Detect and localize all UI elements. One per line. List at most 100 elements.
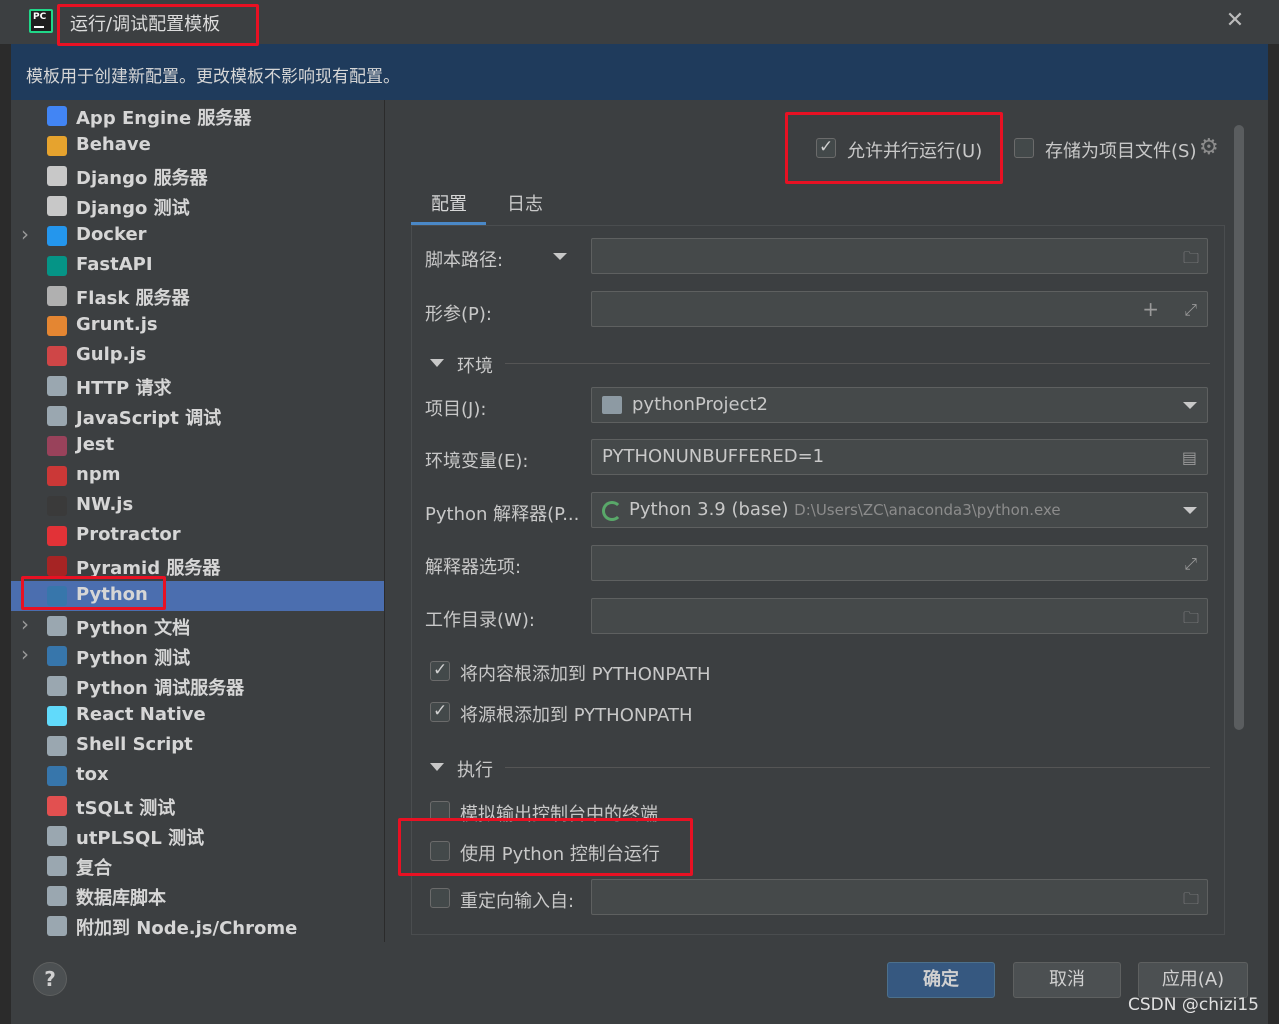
tree-item[interactable]: App Engine 服务器 bbox=[11, 101, 384, 131]
add-content-roots-checkbox[interactable] bbox=[430, 660, 450, 681]
gear-icon[interactable]: ⚙ bbox=[1199, 135, 1219, 160]
tree-item[interactable]: Grunt.js bbox=[11, 311, 384, 341]
apply-button[interactable]: 应用(A) bbox=[1138, 962, 1248, 998]
tree-item[interactable]: Shell Script bbox=[11, 731, 384, 761]
add-content-roots-label[interactable]: 将内容根添加到 PYTHONPATH bbox=[460, 660, 711, 686]
cancel-button[interactable]: 取消 bbox=[1013, 962, 1121, 998]
emulate-terminal-label[interactable]: 模拟输出控制台中的终端 bbox=[460, 800, 658, 826]
flask-icon bbox=[47, 286, 67, 306]
interpreter-options-label: 解释器选项: bbox=[425, 557, 522, 578]
tree-item[interactable]: tox bbox=[11, 761, 384, 791]
section-divider bbox=[505, 363, 1210, 364]
tree-item[interactable]: tSQLt 测试 bbox=[11, 791, 384, 821]
collapse-arrow-icon[interactable] bbox=[430, 763, 444, 771]
close-icon[interactable]: ✕ bbox=[1223, 9, 1247, 33]
banner-text: 模板用于创建新配置。更改模板不影响现有配置。 bbox=[26, 67, 400, 87]
gulp-icon bbox=[47, 346, 67, 366]
tree-item[interactable]: Flask 服务器 bbox=[11, 281, 384, 311]
tree-item[interactable]: Django 测试 bbox=[11, 191, 384, 221]
chevron-down-icon[interactable] bbox=[1183, 402, 1197, 409]
allow-parallel-label[interactable]: 允许并行运行(U) bbox=[847, 137, 982, 163]
tree-item[interactable]: utPLSQL 测试 bbox=[11, 821, 384, 851]
tree-item[interactable]: JavaScript 调试 bbox=[11, 401, 384, 431]
config-type-tree: App Engine 服务器 Behave Django 服务器 Django 测试 ›… bbox=[11, 100, 384, 942]
redirect-input-checkbox[interactable] bbox=[430, 888, 450, 908]
folder-icon[interactable]: 🗀 bbox=[1183, 888, 1199, 915]
help-button[interactable]: ? bbox=[33, 962, 67, 996]
add-source-roots-checkbox[interactable] bbox=[430, 701, 450, 722]
tree-item[interactable]: 数据库脚本 bbox=[11, 881, 384, 911]
tree-item[interactable]: Behave bbox=[11, 131, 384, 161]
tree-item[interactable]: › Python 测试 bbox=[11, 641, 384, 671]
tree-item-label: 数据库脚本 bbox=[76, 888, 166, 909]
chevron-right-icon[interactable]: › bbox=[21, 642, 29, 666]
tree-item[interactable]: Gulp.js bbox=[11, 341, 384, 371]
tree-item[interactable]: › Python 文档 bbox=[11, 611, 384, 641]
tree-item[interactable]: › Docker bbox=[11, 221, 384, 251]
nwjs-icon bbox=[47, 496, 67, 516]
redirect-input-field[interactable]: 🗀 bbox=[591, 879, 1208, 915]
folder-icon[interactable]: 🗀 bbox=[1183, 607, 1199, 634]
tree-item-label: App Engine 服务器 bbox=[76, 108, 252, 129]
tree-item[interactable]: React Native bbox=[11, 701, 384, 731]
tree-item[interactable]: FastAPI bbox=[11, 251, 384, 281]
add-source-roots-label[interactable]: 将源根添加到 PYTHONPATH bbox=[460, 701, 693, 727]
tab-config[interactable]: 配置 bbox=[431, 190, 467, 216]
tree-item[interactable]: Python bbox=[11, 581, 384, 611]
parameters-label: 形参(P): bbox=[425, 304, 492, 325]
script-path-label: 脚本路径: bbox=[425, 250, 504, 271]
js-debug-icon bbox=[47, 406, 67, 426]
script-path-field[interactable]: 🗀 bbox=[591, 238, 1208, 274]
tree-item[interactable]: Pyramid 服务器 bbox=[11, 551, 384, 581]
collapse-arrow-icon[interactable] bbox=[430, 359, 444, 367]
redirect-input-label[interactable]: 重定向输入自: bbox=[460, 887, 574, 913]
interpreter-options-field[interactable]: ⤢ bbox=[591, 545, 1208, 581]
store-as-project-file-checkbox[interactable] bbox=[1014, 138, 1034, 158]
tree-item[interactable]: NW.js bbox=[11, 491, 384, 521]
script-type-dropdown-icon[interactable] bbox=[553, 253, 567, 260]
tree-item[interactable]: 复合 bbox=[11, 851, 384, 881]
chevron-right-icon[interactable]: › bbox=[21, 612, 29, 636]
tree-item[interactable]: Jest bbox=[11, 431, 384, 461]
store-as-project-file-label[interactable]: 存储为项目文件(S) bbox=[1045, 137, 1196, 163]
conda-icon bbox=[602, 501, 622, 521]
tree-item-label: Python 调试服务器 bbox=[76, 678, 245, 699]
react-icon bbox=[47, 706, 67, 726]
tree-item-label: Pyramid 服务器 bbox=[76, 558, 221, 579]
project-select[interactable]: pythonProject2 bbox=[591, 387, 1208, 423]
tree-item-label: Flask 服务器 bbox=[76, 288, 190, 309]
env-vars-field[interactable]: PYTHONUNBUFFERED=1 ▤ bbox=[591, 439, 1208, 475]
expand-icon[interactable]: ⤢ bbox=[1184, 554, 1197, 574]
tree-item-label: HTTP 请求 bbox=[76, 378, 172, 399]
scrollbar[interactable] bbox=[1234, 125, 1244, 730]
ok-button[interactable]: 确定 bbox=[887, 962, 995, 998]
expand-icon[interactable]: ⤢ bbox=[1184, 300, 1197, 320]
emulate-terminal-checkbox[interactable] bbox=[430, 801, 450, 821]
allow-parallel-checkbox[interactable] bbox=[816, 137, 836, 158]
title-bar: PC 运行/调试配置模板 ✕ bbox=[0, 0, 1279, 44]
run-with-console-checkbox[interactable] bbox=[430, 841, 450, 861]
chevron-right-icon[interactable]: › bbox=[21, 222, 29, 246]
chevron-down-icon[interactable] bbox=[1183, 507, 1197, 514]
tree-item[interactable]: HTTP 请求 bbox=[11, 371, 384, 401]
tree-item[interactable]: Django 服务器 bbox=[11, 161, 384, 191]
watermark: CSDN @chizi15 bbox=[1128, 995, 1259, 1015]
project-folder-icon bbox=[602, 396, 622, 414]
tree-item-label: Jest bbox=[76, 434, 115, 455]
window-title: 运行/调试配置模板 bbox=[70, 14, 221, 35]
tree-item[interactable]: Protractor bbox=[11, 521, 384, 551]
tox-icon bbox=[47, 766, 67, 786]
tree-item[interactable]: npm bbox=[11, 461, 384, 491]
run-with-console-label[interactable]: 使用 Python 控制台运行 bbox=[460, 840, 660, 866]
tab-logs[interactable]: 日志 bbox=[507, 190, 543, 216]
list-edit-icon[interactable]: ▤ bbox=[1182, 448, 1197, 467]
tree-item[interactable]: Python 调试服务器 bbox=[11, 671, 384, 701]
tree-item[interactable]: 附加到 Node.js/Chrome bbox=[11, 911, 384, 941]
environment-section-title[interactable]: 环境 bbox=[457, 352, 493, 378]
working-dir-field[interactable]: 🗀 bbox=[591, 598, 1208, 634]
plus-icon[interactable]: + bbox=[1142, 297, 1159, 321]
interpreter-select[interactable]: Python 3.9 (base) D:\Users\ZC\anaconda3\… bbox=[591, 492, 1208, 528]
folder-icon[interactable]: 🗀 bbox=[1183, 247, 1199, 274]
execution-section-title[interactable]: 执行 bbox=[457, 756, 493, 782]
parameters-field[interactable]: + ⤢ bbox=[591, 291, 1208, 327]
